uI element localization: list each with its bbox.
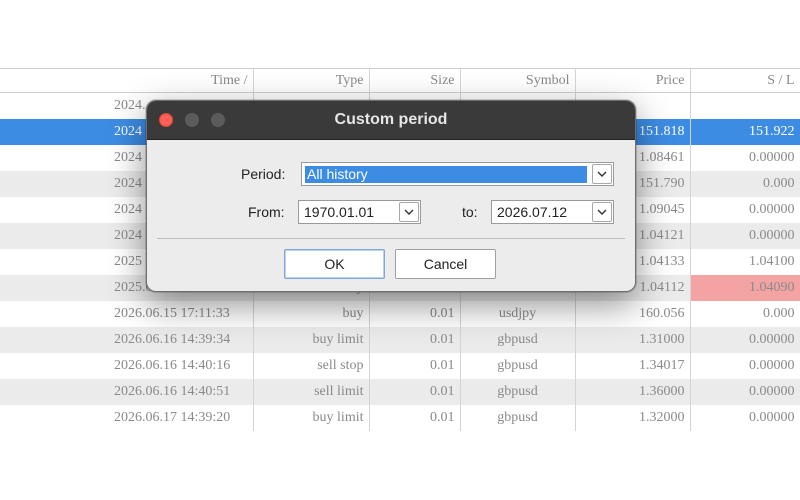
period-label: Period:: [241, 166, 286, 182]
cell-type: sell limit: [253, 378, 370, 405]
custom-period-dialog: Custom period Period: All history From: …: [146, 100, 636, 292]
cell-price: 1.32000: [575, 404, 691, 431]
cell-time: 2026.06.17 14:39:20: [0, 404, 254, 431]
cell-price: 160.056: [575, 300, 691, 327]
cell-symbol: usdjpy: [460, 300, 576, 327]
column-header-size[interactable]: Size: [369, 68, 461, 93]
cell-sl: 0.00000: [690, 378, 800, 405]
cell-sl: 0.000: [690, 170, 800, 197]
from-label: From:: [248, 204, 285, 220]
cell-time: 2026.06.16 14:40:16: [0, 352, 254, 379]
ok-button[interactable]: OK: [284, 249, 385, 279]
to-date-value: 2026.07.12: [497, 204, 568, 220]
cell-time: 2026.06.16 14:39:34: [0, 326, 254, 353]
cell-symbol: gbpusd: [460, 404, 576, 431]
cell-price: 1.36000: [575, 378, 691, 405]
to-date-field[interactable]: 2026.07.12: [491, 200, 614, 224]
cell-price: 1.31000: [575, 326, 691, 353]
cell-time: 2026.06.16 14:40:51: [0, 378, 254, 405]
cell-size: 0.01: [369, 326, 461, 353]
table-row[interactable]: 2026.06.16 14:40:16 sell stop 0.01 gbpusd 1.…: [0, 352, 800, 379]
column-header-time[interactable]: Time /: [0, 68, 254, 93]
period-select[interactable]: All history: [301, 162, 614, 186]
column-header-type[interactable]: Type: [253, 68, 370, 93]
cell-sl: 0.000: [690, 300, 800, 327]
period-dropdown-button[interactable]: [592, 164, 612, 184]
chevron-down-icon: [597, 209, 607, 215]
cell-symbol: gbpusd: [460, 378, 576, 405]
from-date-field[interactable]: 1970.01.01: [298, 200, 421, 224]
table-row[interactable]: 2026.06.15 17:11:33 buy 0.01 usdjpy 160.056 0…: [0, 300, 800, 327]
cell-sl: [690, 92, 800, 119]
cell-symbol: gbpusd: [460, 352, 576, 379]
cell-sl: 0.00000: [690, 404, 800, 431]
table-row[interactable]: 2026.06.16 14:39:34 buy limit 0.01 gbpusd 1.…: [0, 326, 800, 353]
from-date-value: 1970.01.01: [304, 204, 375, 220]
dialog-titlebar: Custom period: [147, 101, 635, 140]
cell-sl: 1.04100: [690, 248, 800, 275]
to-label: to:: [462, 204, 478, 220]
period-selected-value: All history: [305, 166, 587, 183]
dialog-title: Custom period: [334, 111, 448, 128]
cell-type: buy: [253, 300, 370, 327]
dialog-divider: [157, 238, 625, 239]
column-header-price[interactable]: Price: [575, 68, 691, 93]
cell-size: 0.01: [369, 300, 461, 327]
chevron-down-icon: [404, 209, 414, 215]
cell-sl: 1.04090: [690, 274, 800, 301]
cell-sl: 151.922: [690, 118, 800, 145]
cell-price: 1.34017: [575, 352, 691, 379]
table-row[interactable]: 2026.06.16 14:40:51 sell limit 0.01 gbpusd 1…: [0, 378, 800, 405]
cell-size: 0.01: [369, 378, 461, 405]
cell-type: buy limit: [253, 326, 370, 353]
cell-type: sell stop: [253, 352, 370, 379]
cell-sl: 0.00000: [690, 326, 800, 353]
column-header-sl[interactable]: S / L: [690, 68, 800, 93]
table-row[interactable]: 2026.06.17 14:39:20 buy limit 0.01 gbpusd 1.…: [0, 404, 800, 431]
cell-symbol: gbpusd: [460, 326, 576, 353]
chevron-down-icon: [597, 171, 607, 177]
cell-sl: 0.00000: [690, 144, 800, 171]
cell-sl: 0.00000: [690, 196, 800, 223]
table-header: Time / Type Size Symbol Price S / L: [0, 68, 800, 93]
cell-sl: 0.00000: [690, 222, 800, 249]
from-date-dropdown-button[interactable]: [399, 202, 419, 222]
cell-type: buy limit: [253, 404, 370, 431]
to-date-dropdown-button[interactable]: [592, 202, 612, 222]
cell-sl: 0.00000: [690, 352, 800, 379]
cell-time: 2026.06.15 17:11:33: [0, 300, 254, 327]
cell-size: 0.01: [369, 404, 461, 431]
cancel-button[interactable]: Cancel: [395, 249, 496, 279]
column-header-symbol[interactable]: Symbol: [460, 68, 576, 93]
cell-size: 0.01: [369, 352, 461, 379]
